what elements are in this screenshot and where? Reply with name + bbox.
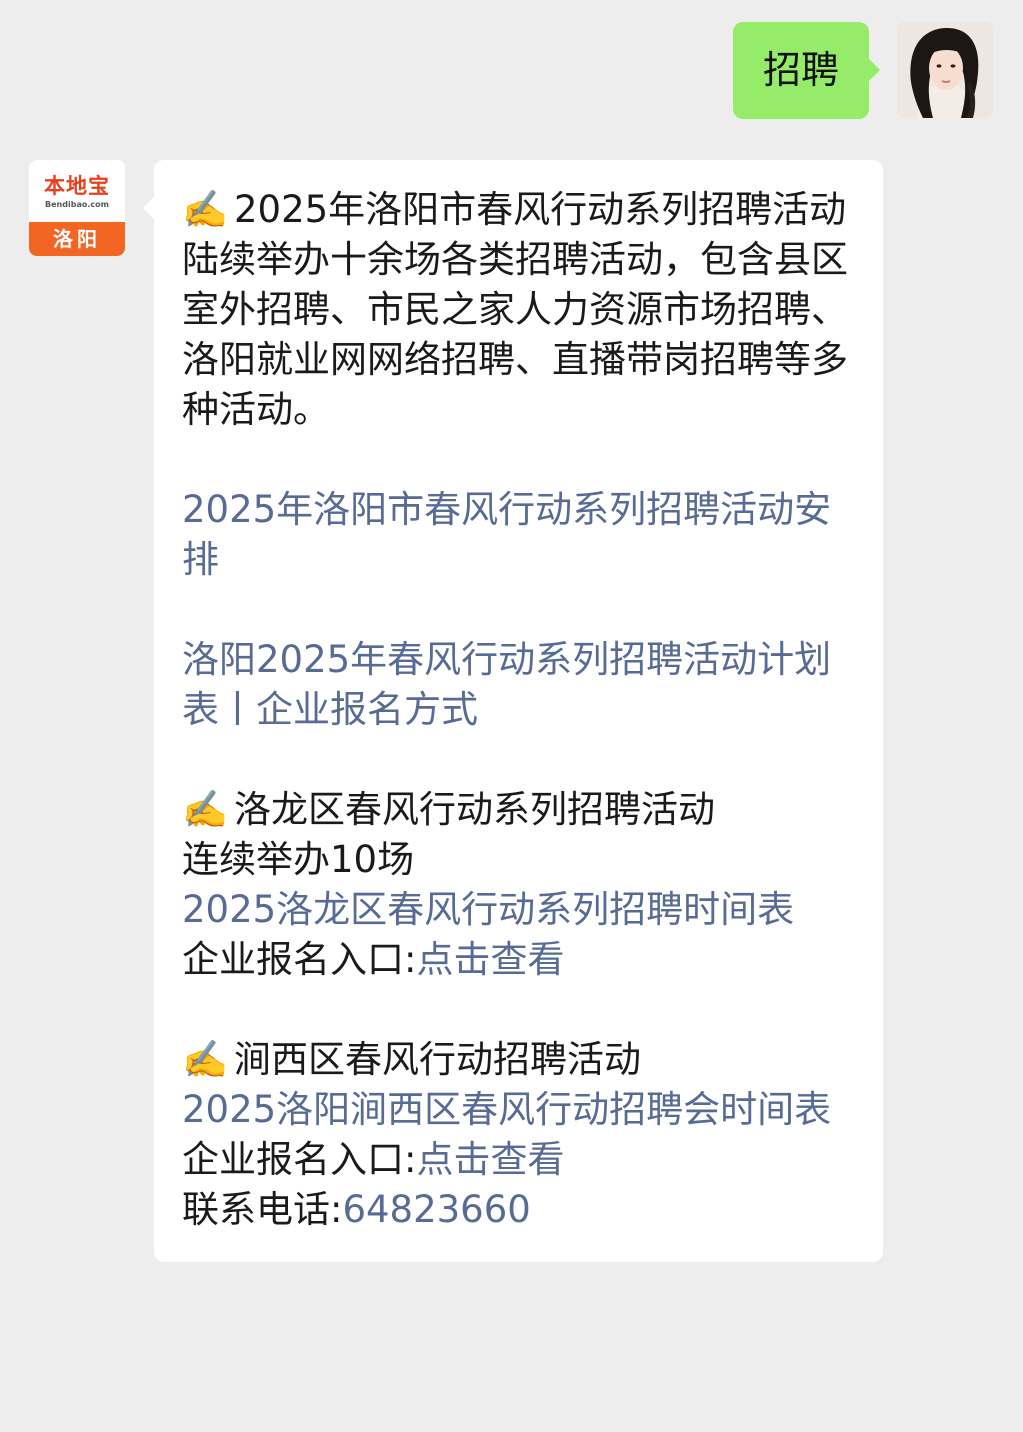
logo-domain: Bendibao.com: [45, 200, 109, 209]
section2-title: ✍️ 洛龙区春风行动系列招聘活动: [182, 785, 854, 835]
phone-number-link[interactable]: 64823660: [342, 1188, 530, 1231]
bendibao-logo: 本地宝 Bendibao.com: [29, 160, 125, 224]
link-luolong-schedule[interactable]: 2025洛龙区春风行动系列招聘时间表: [182, 885, 854, 935]
chat-window: 招聘 本地宝 Bendibao.com 洛阳 ✍️ 2025年洛阳市春风行动系列…: [0, 0, 1023, 1432]
incoming-message: 本地宝 Bendibao.com 洛阳 ✍️ 2025年洛阳市春风行动系列招聘活动…: [29, 160, 883, 1262]
signup-label: 企业报名入口:: [182, 938, 417, 981]
logo-brand: 本地宝: [44, 174, 110, 198]
phone-label: 联系电话:: [182, 1188, 343, 1231]
user-avatar-image: [897, 22, 993, 118]
writing-hand-icon: ✍️: [182, 188, 229, 231]
incoming-bubble: ✍️ 2025年洛阳市春风行动系列招聘活动 陆续举办十余场各类招聘活动，包含县区室…: [143, 160, 883, 1262]
section3-title-text: 涧西区春风行动招聘活动: [234, 1038, 641, 1081]
user-avatar[interactable]: [897, 22, 993, 118]
signup-link-jianxi[interactable]: 点击查看: [416, 1138, 564, 1181]
bot-avatar[interactable]: 本地宝 Bendibao.com 洛阳: [29, 160, 125, 256]
link-activity-schedule[interactable]: 2025年洛阳市春风行动系列招聘活动安排: [182, 485, 854, 585]
outgoing-message: 招聘: [732, 22, 993, 119]
section1-desc: 陆续举办十余场各类招聘活动，包含县区室外招聘、市民之家人力资源市场招聘、洛阳就业…: [182, 238, 848, 431]
section3-title: ✍️ 涧西区春风行动招聘活动: [182, 1035, 854, 1085]
writing-hand-icon: ✍️: [182, 1038, 229, 1081]
section1-title-text: 2025年洛阳市春风行动系列招聘活动: [234, 188, 847, 231]
section1-title: ✍️ 2025年洛阳市春风行动系列招聘活动: [182, 185, 854, 235]
contact-phone: 联系电话:64823660: [182, 1185, 854, 1235]
signup-link-luolong[interactable]: 点击查看: [416, 938, 564, 981]
outgoing-bubble[interactable]: 招聘: [732, 22, 881, 119]
logo-city: 洛阳: [29, 222, 125, 256]
signup-label: 企业报名入口:: [182, 1138, 417, 1181]
section2-desc: 连续举办10场: [182, 838, 415, 881]
writing-hand-icon: ✍️: [182, 788, 229, 831]
link-plan-table[interactable]: 洛阳2025年春风行动系列招聘活动计划表丨企业报名方式: [182, 635, 854, 735]
link-jianxi-schedule[interactable]: 2025洛阳涧西区春风行动招聘会时间表: [182, 1085, 854, 1135]
section2-signup: 企业报名入口:点击查看: [182, 935, 854, 985]
section2-title-text: 洛龙区春风行动系列招聘活动: [234, 788, 715, 831]
section3-signup: 企业报名入口:点击查看: [182, 1135, 854, 1185]
